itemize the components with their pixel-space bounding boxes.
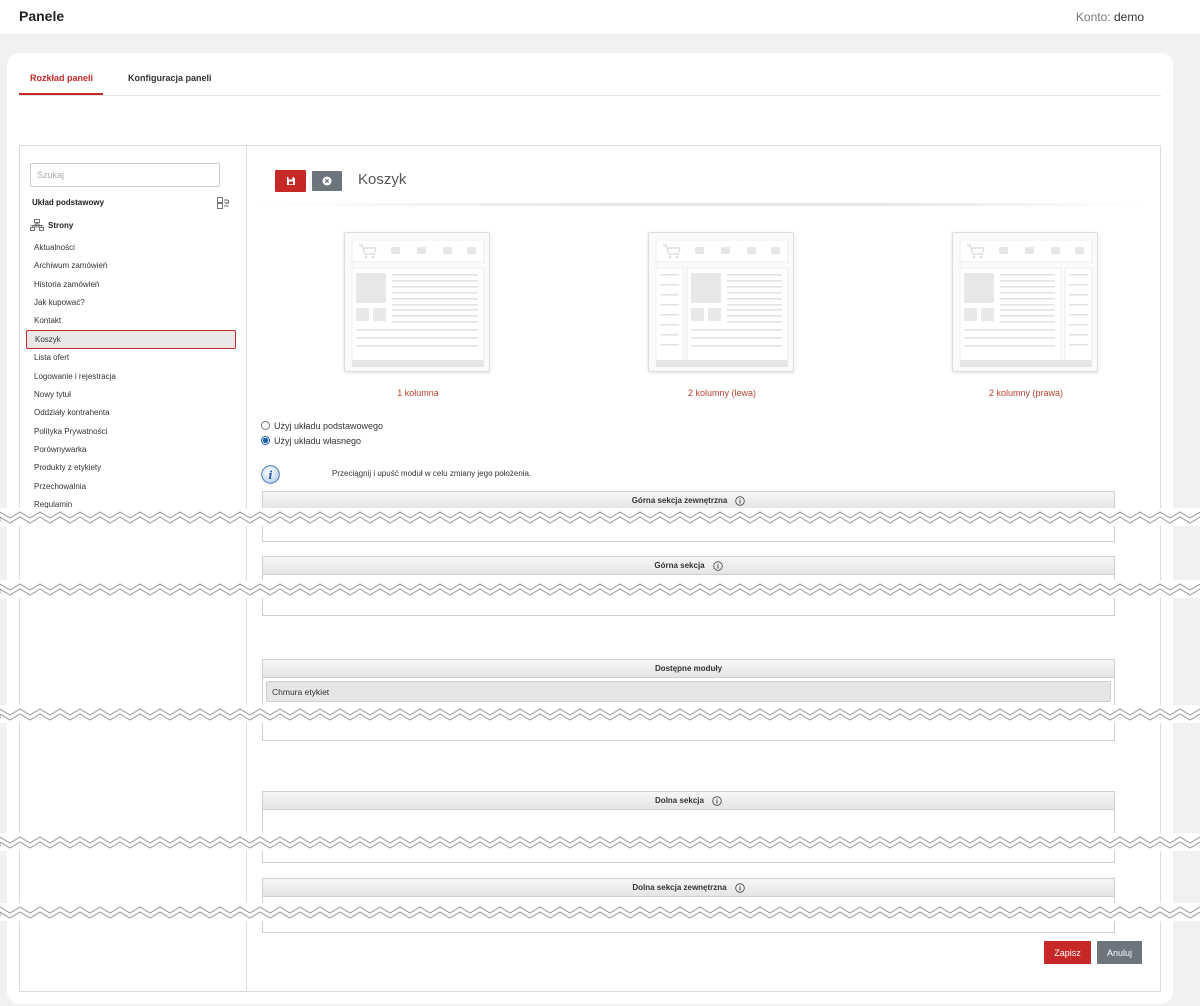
account-info: Konto: demo xyxy=(1076,10,1144,24)
page-list-item[interactable]: Produkty z etykiety xyxy=(26,459,236,477)
layout-thumbnail[interactable] xyxy=(344,232,490,372)
layout-caption[interactable]: 2 kolumny (prawa) xyxy=(952,388,1100,398)
page-list-item[interactable]: Polityka Prywatności xyxy=(26,423,236,441)
page-list-item[interactable]: Historia zamówień xyxy=(26,276,236,294)
svg-text:i: i xyxy=(268,469,272,482)
section-bottom[interactable]: Dolna sekcja xyxy=(262,791,1115,863)
radio-custom-layout-input[interactable] xyxy=(261,436,270,445)
layout-source-options: Użyj układu podstawowego Użyj układu wła… xyxy=(261,418,383,448)
section-header: Górna sekcja zewnętrzna xyxy=(263,492,1114,510)
info-circle-icon[interactable] xyxy=(735,495,745,506)
info-circle-icon[interactable] xyxy=(734,882,745,893)
section-header: Dolna sekcja xyxy=(263,792,1114,810)
section-top-outer[interactable]: Górna sekcja zewnętrzna xyxy=(262,491,1115,542)
page-list-item[interactable]: Jak kupować? xyxy=(26,294,236,312)
pages-list: Aktualności Archiwum zamówień Historia zam… xyxy=(26,239,236,514)
info-icon: i xyxy=(261,465,280,484)
cancel-icon-button[interactable] xyxy=(312,171,342,191)
cancel-button[interactable]: Anuluj xyxy=(1097,941,1142,964)
page-list-item[interactable]: Lista ofert xyxy=(26,349,236,367)
layout-caption[interactable]: 1 kolumna xyxy=(344,388,492,398)
layout-option-one-column[interactable]: 1 kolumna xyxy=(344,232,492,398)
radio-base-layout[interactable]: Użyj układu podstawowego xyxy=(261,418,383,433)
save-icon-button[interactable] xyxy=(275,170,306,192)
radio-base-layout-input[interactable] xyxy=(261,421,270,430)
account-label: Konto: xyxy=(1075,10,1111,24)
base-layout-label[interactable]: Układ podstawowy xyxy=(32,198,104,207)
layout-thumbnail[interactable] xyxy=(648,232,794,372)
close-circle-icon xyxy=(322,176,332,186)
pages-group[interactable]: Strony xyxy=(30,219,73,231)
radio-label: Użyj układu własnego xyxy=(274,435,362,446)
search-input[interactable] xyxy=(30,163,220,187)
layout-editor: Układ podstawowy Strony Aktua xyxy=(19,145,1161,992)
floppy-disk-icon xyxy=(286,177,295,185)
tab-panel-config[interactable]: Konfiguracja paneli xyxy=(128,73,212,83)
page-list-item[interactable]: Koszyk xyxy=(26,330,236,350)
page-list-item[interactable]: Oddziały kontrahenta xyxy=(26,404,236,422)
page-list-item[interactable]: Aktualności xyxy=(26,239,236,257)
sitemap-icon xyxy=(30,219,44,231)
page-list-item[interactable]: Archiwum zamówień xyxy=(26,257,236,275)
page-list-item[interactable]: Przechowalnia xyxy=(26,478,236,496)
page-title: Panele xyxy=(19,8,65,24)
tab-bar: Rozkład paneli Konfiguracja paneli xyxy=(19,53,1161,96)
layout-caption[interactable]: 2 kolumny (lewa) xyxy=(648,388,796,398)
layout-preview-icon xyxy=(959,239,1093,367)
pages-group-label: Strony xyxy=(48,220,74,230)
main-card: Rozkład paneli Konfiguracja paneli Układ… xyxy=(7,53,1173,1004)
section-header: Górna sekcja xyxy=(263,557,1114,575)
radio-custom-layout[interactable]: Użyj układu własnego xyxy=(261,433,383,448)
page-list-item[interactable]: Nowy tytuł xyxy=(26,386,236,404)
account-name[interactable]: demo xyxy=(1114,10,1144,24)
section-title: Dolna sekcja xyxy=(655,796,704,805)
layout-option-two-column-right[interactable]: 2 kolumny (prawa) xyxy=(952,232,1100,398)
drag-hint: Przeciągnij i upuść moduł w celu zmiany … xyxy=(332,469,532,478)
layout-content: Koszyk 1 kolumna 2 kolumny (lewa) 2 kolu… xyxy=(248,146,1160,991)
section-header: Dostępne moduły xyxy=(263,660,1114,678)
layout-option-two-column-left[interactable]: 2 kolumny (lewa) xyxy=(648,232,796,398)
copy-layout-icon[interactable] xyxy=(217,197,229,209)
section-title: Dolna sekcja zewnętrzna xyxy=(632,883,727,892)
section-top[interactable]: Górna sekcja xyxy=(262,556,1115,616)
radio-label: Użyj układu podstawowego xyxy=(274,420,384,431)
page-list-item[interactable]: Porównywarka xyxy=(26,441,236,459)
section-heading: Koszyk xyxy=(358,171,407,188)
layout-preview-icon xyxy=(351,239,485,367)
module-item[interactable]: Chmura etykiet xyxy=(266,681,1111,702)
page-list-item[interactable]: Logowanie i rejestracja xyxy=(26,368,236,386)
section-header: Dolna sekcja zewnętrzna xyxy=(263,879,1114,897)
section-bottom-outer[interactable]: Dolna sekcja zewnętrzna xyxy=(262,878,1115,933)
top-bar: Panele Konto: demo xyxy=(0,0,1200,34)
page-list-item[interactable]: Kontakt xyxy=(26,312,236,330)
save-button[interactable]: Zapisz xyxy=(1044,941,1091,964)
pages-sidebar: Układ podstawowy Strony Aktua xyxy=(20,146,247,991)
page-list-item[interactable]: Regulamin xyxy=(26,496,236,514)
tab-panel-layout[interactable]: Rozkład paneli xyxy=(30,73,93,83)
section-title: Górna sekcja zewnętrzna xyxy=(631,496,728,505)
info-circle-icon[interactable] xyxy=(712,560,723,571)
section-title: Górna sekcja xyxy=(654,561,705,570)
layout-thumbnail[interactable] xyxy=(952,232,1098,372)
info-circle-icon[interactable] xyxy=(712,795,722,806)
heading-divider xyxy=(256,203,1146,206)
section-available-modules[interactable]: Dostępne moduły Chmura etykiet xyxy=(262,659,1115,741)
section-title: Dostępne moduły xyxy=(654,664,723,673)
layout-preview-icon xyxy=(655,239,789,367)
active-tab-indicator xyxy=(19,93,103,95)
